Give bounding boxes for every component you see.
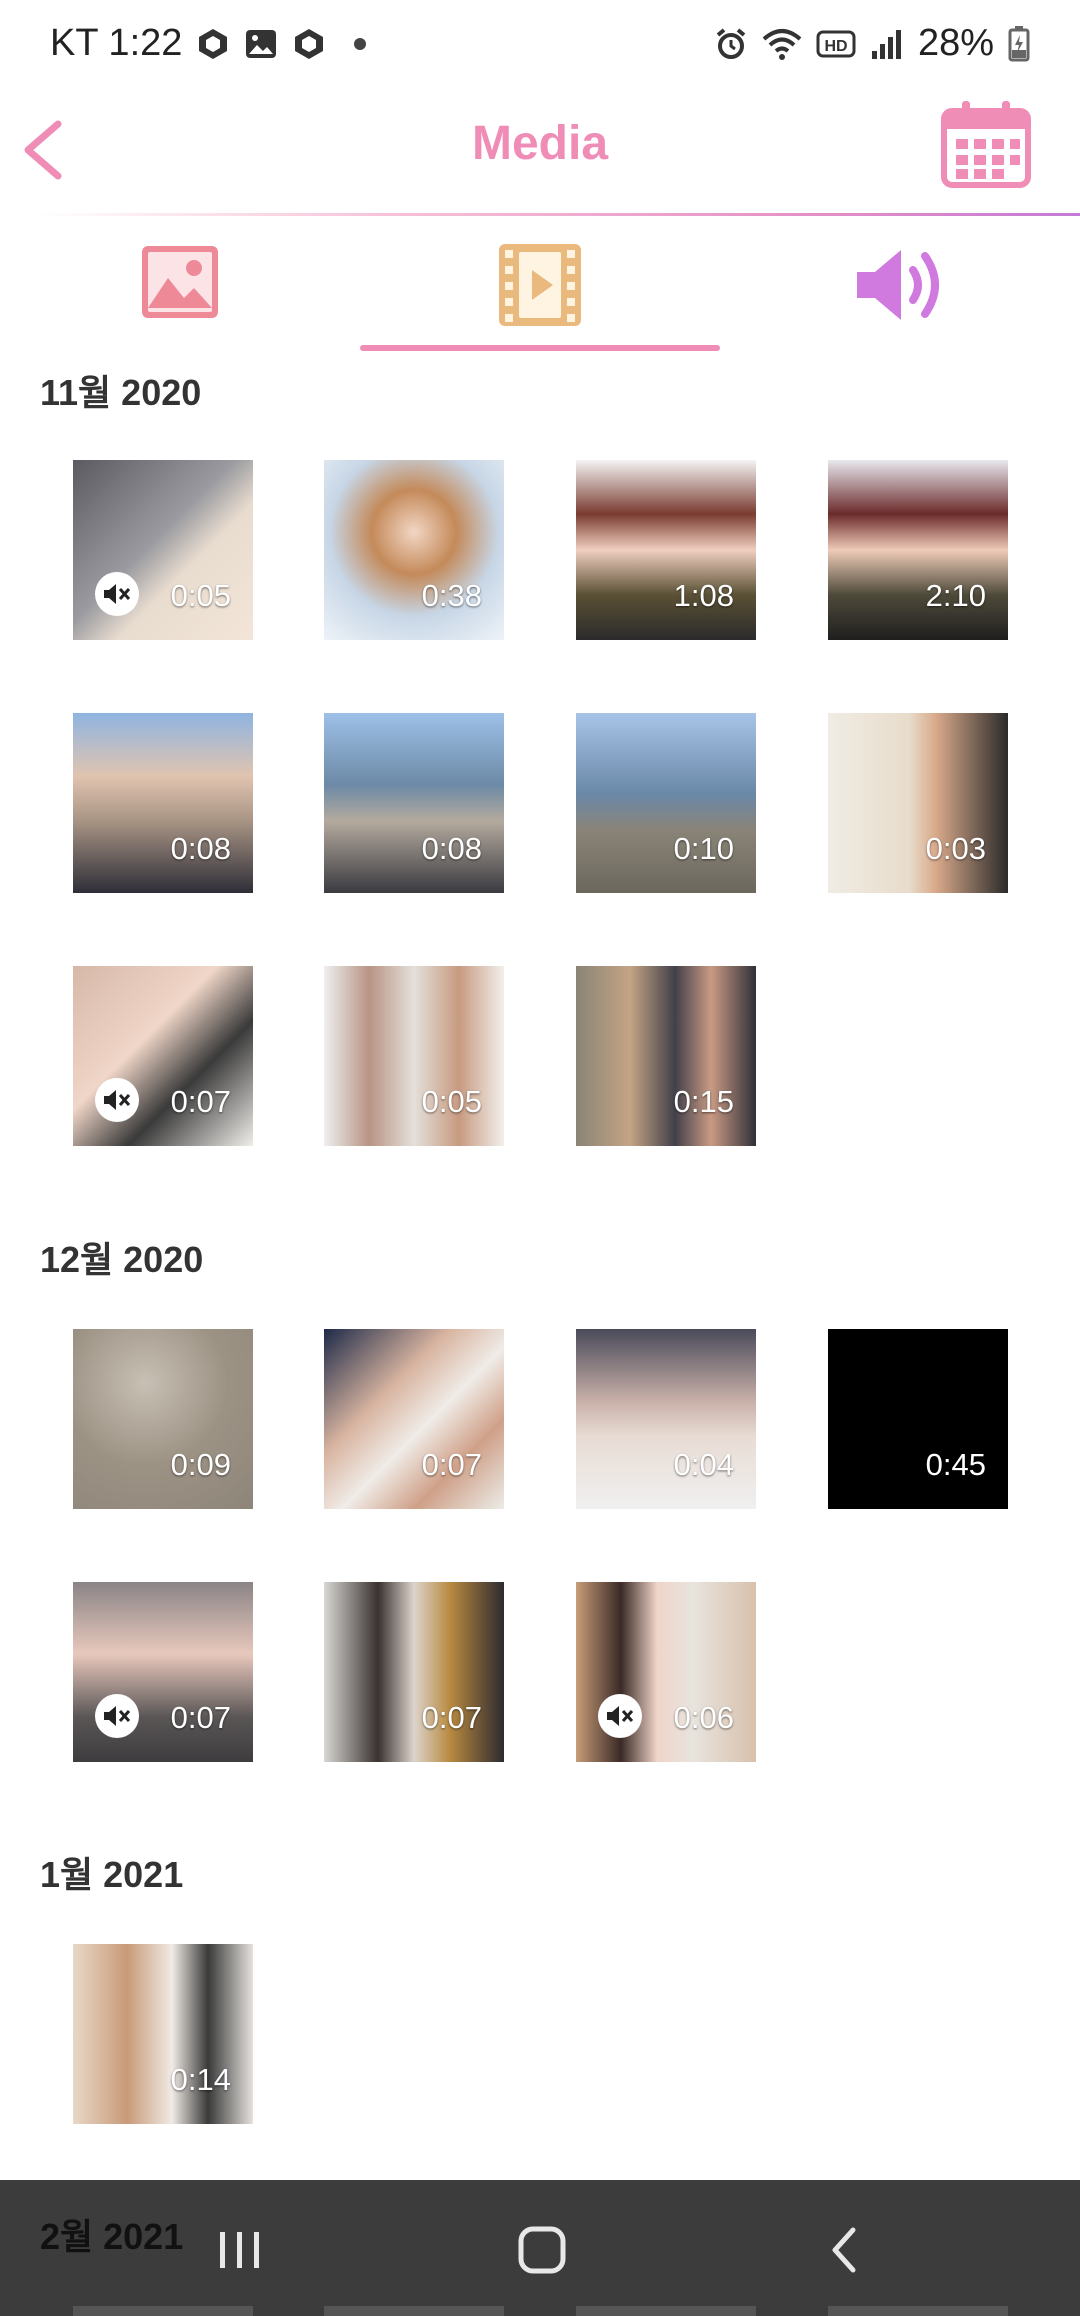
recent-apps-icon[interactable] xyxy=(210,2220,270,2280)
hd-icon: HD xyxy=(816,30,856,57)
video-duration: 0:06 xyxy=(673,1700,734,1735)
video-icon xyxy=(499,244,581,326)
video-duration: 0:15 xyxy=(673,1084,734,1119)
app-bar-divider xyxy=(36,213,1080,216)
thumbnail-peek xyxy=(576,2306,756,2316)
page-title: Media xyxy=(471,117,609,170)
section-header: 12월 2020 xyxy=(40,1239,204,1280)
video-duration: 0:45 xyxy=(925,1447,986,1482)
cube-icon xyxy=(199,28,228,59)
svg-text:HD: HD xyxy=(824,38,847,55)
muted-speaker-icon xyxy=(104,1706,131,1726)
video-thumbnail[interactable]: 0:45 xyxy=(828,1329,1008,1509)
video-duration: 0:05 xyxy=(421,1084,482,1119)
signal-icon xyxy=(871,29,901,59)
video-thumbnail[interactable]: 0:05 xyxy=(73,460,253,640)
thumbnail-peek xyxy=(73,2306,253,2316)
battery-icon xyxy=(1008,25,1030,61)
image-icon xyxy=(142,246,218,318)
video-duration: 0:07 xyxy=(421,1447,482,1482)
speaker-icon xyxy=(857,250,939,320)
tab-photos[interactable] xyxy=(0,220,360,356)
wifi-icon xyxy=(762,28,802,60)
mute-badge xyxy=(95,572,139,616)
video-duration: 0:14 xyxy=(170,2062,231,2097)
status-bar: KT 1:22 HD 28% xyxy=(0,0,1080,92)
video-thumbnail[interactable]: 0:07 xyxy=(73,966,253,1146)
video-thumbnail[interactable]: 1:08 xyxy=(576,460,756,640)
notification-dot xyxy=(354,37,367,50)
video-duration: 0:07 xyxy=(421,1700,482,1735)
back-nav-icon[interactable] xyxy=(815,2220,875,2280)
video-duration: 2:10 xyxy=(925,578,986,613)
alarm-icon xyxy=(716,27,746,59)
thumbnail-peek xyxy=(324,2306,504,2316)
status-right: HD 28% xyxy=(714,22,1030,65)
video-thumbnail[interactable]: 2:10 xyxy=(828,460,1008,640)
mute-badge xyxy=(95,1078,139,1122)
video-duration: 0:10 xyxy=(673,831,734,866)
muted-speaker-icon xyxy=(104,1090,131,1110)
video-thumbnail[interactable]: 0:07 xyxy=(324,1582,504,1762)
video-thumbnail[interactable]: 0:04 xyxy=(576,1329,756,1509)
mute-badge xyxy=(598,1694,642,1738)
section-header: 1월 2021 xyxy=(40,1854,184,1895)
video-duration: 0:03 xyxy=(925,831,986,866)
video-duration: 0:07 xyxy=(170,1700,231,1735)
carrier-time: KT 1:22 xyxy=(50,22,183,64)
video-thumbnail[interactable]: 0:05 xyxy=(324,966,504,1146)
video-duration: 0:05 xyxy=(170,578,231,613)
video-thumbnail[interactable]: 0:03 xyxy=(828,713,1008,893)
video-thumbnail[interactable]: 0:06 xyxy=(576,1582,756,1762)
tab-audio[interactable] xyxy=(720,220,1080,356)
cube-icon-2 xyxy=(295,28,324,59)
video-thumbnail[interactable]: 0:07 xyxy=(73,1582,253,1762)
media-tabs xyxy=(0,220,1080,356)
muted-speaker-icon xyxy=(104,584,131,604)
video-thumbnail[interactable]: 0:15 xyxy=(576,966,756,1146)
muted-speaker-icon xyxy=(607,1706,634,1726)
home-icon[interactable] xyxy=(512,2220,572,2280)
video-duration: 0:08 xyxy=(421,831,482,866)
video-duration: 0:09 xyxy=(170,1447,231,1482)
tab-videos[interactable] xyxy=(360,220,720,356)
status-left: KT 1:22 xyxy=(50,22,367,65)
video-thumbnail[interactable]: 0:38 xyxy=(324,460,504,640)
section-header-peek: 2월 2021 xyxy=(40,2216,184,2257)
video-thumbnail[interactable]: 0:09 xyxy=(73,1329,253,1509)
app-bar: Media xyxy=(0,92,1080,216)
gallery-icon xyxy=(246,29,277,58)
tab-indicator xyxy=(360,345,720,351)
video-thumbnail[interactable]: 0:10 xyxy=(576,713,756,893)
video-thumbnail[interactable]: 0:07 xyxy=(324,1329,504,1509)
video-duration: 0:08 xyxy=(170,831,231,866)
system-nav-bar: 2월 2021 xyxy=(0,2180,1080,2316)
video-thumbnail[interactable]: 0:14 xyxy=(73,1944,253,2124)
video-thumbnail[interactable]: 0:08 xyxy=(73,713,253,893)
battery-percent: 28% xyxy=(917,22,994,64)
video-duration: 0:04 xyxy=(673,1447,734,1482)
thumbnail-peek xyxy=(828,2306,1008,2316)
section-header: 11월 2020 xyxy=(40,372,202,413)
video-thumbnail[interactable]: 0:08 xyxy=(324,713,504,893)
mute-badge xyxy=(95,1694,139,1738)
video-duration: 0:38 xyxy=(421,578,482,613)
video-duration: 1:08 xyxy=(673,578,734,613)
calendar-icon[interactable] xyxy=(938,97,1034,193)
video-duration: 0:07 xyxy=(170,1084,231,1119)
